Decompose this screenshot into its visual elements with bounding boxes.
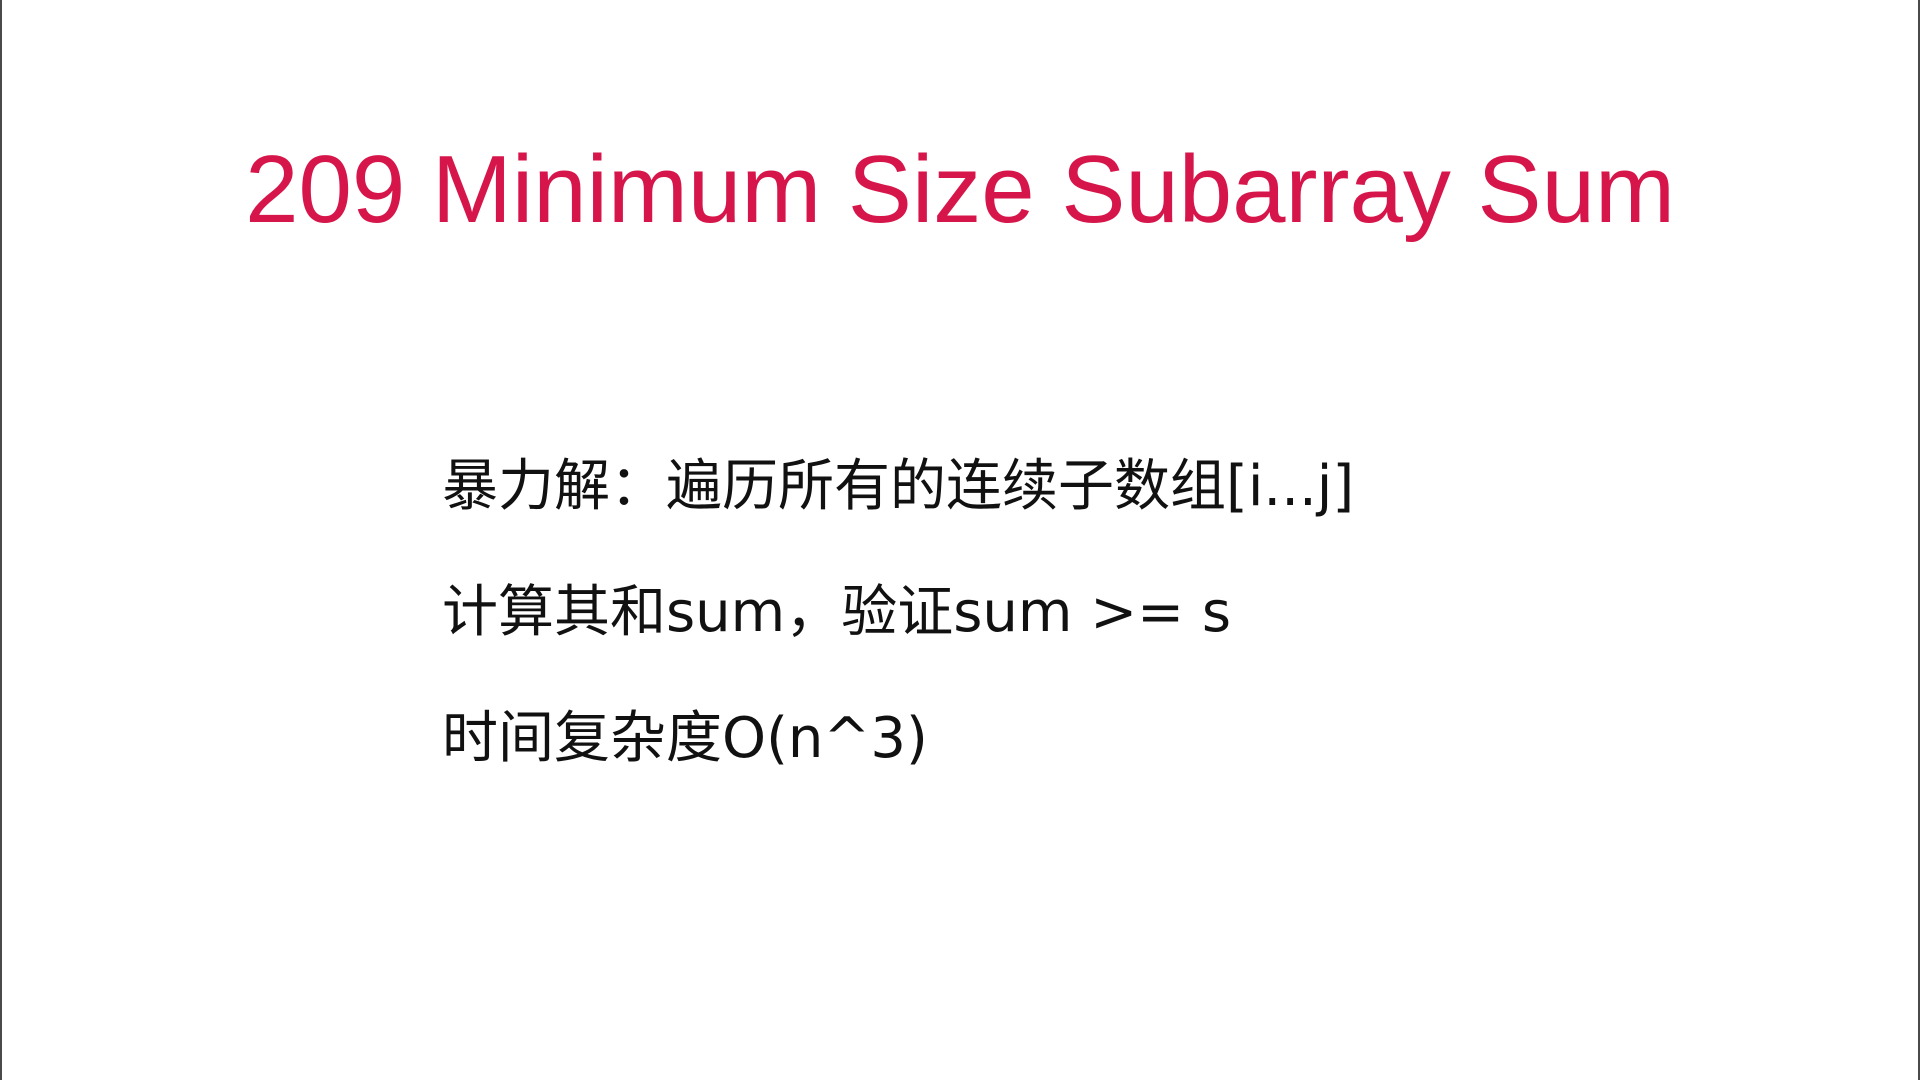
content-line-brute-force: 暴力解：遍历所有的连续子数组[i...j] bbox=[442, 454, 1355, 519]
slide-content: 暴力解：遍历所有的连续子数组[i...j] 计算其和sum，验证sum >= s… bbox=[442, 455, 1822, 833]
slide-title: 209 Minimum Size Subarray Sum bbox=[245, 136, 1675, 243]
content-line-complexity: 时间复杂度O(n^3) bbox=[442, 706, 928, 771]
slide: 209 Minimum Size Subarray Sum 暴力解：遍历所有的连… bbox=[0, 0, 1920, 1080]
content-line-sum-check: 计算其和sum，验证sum >= s bbox=[442, 580, 1232, 645]
